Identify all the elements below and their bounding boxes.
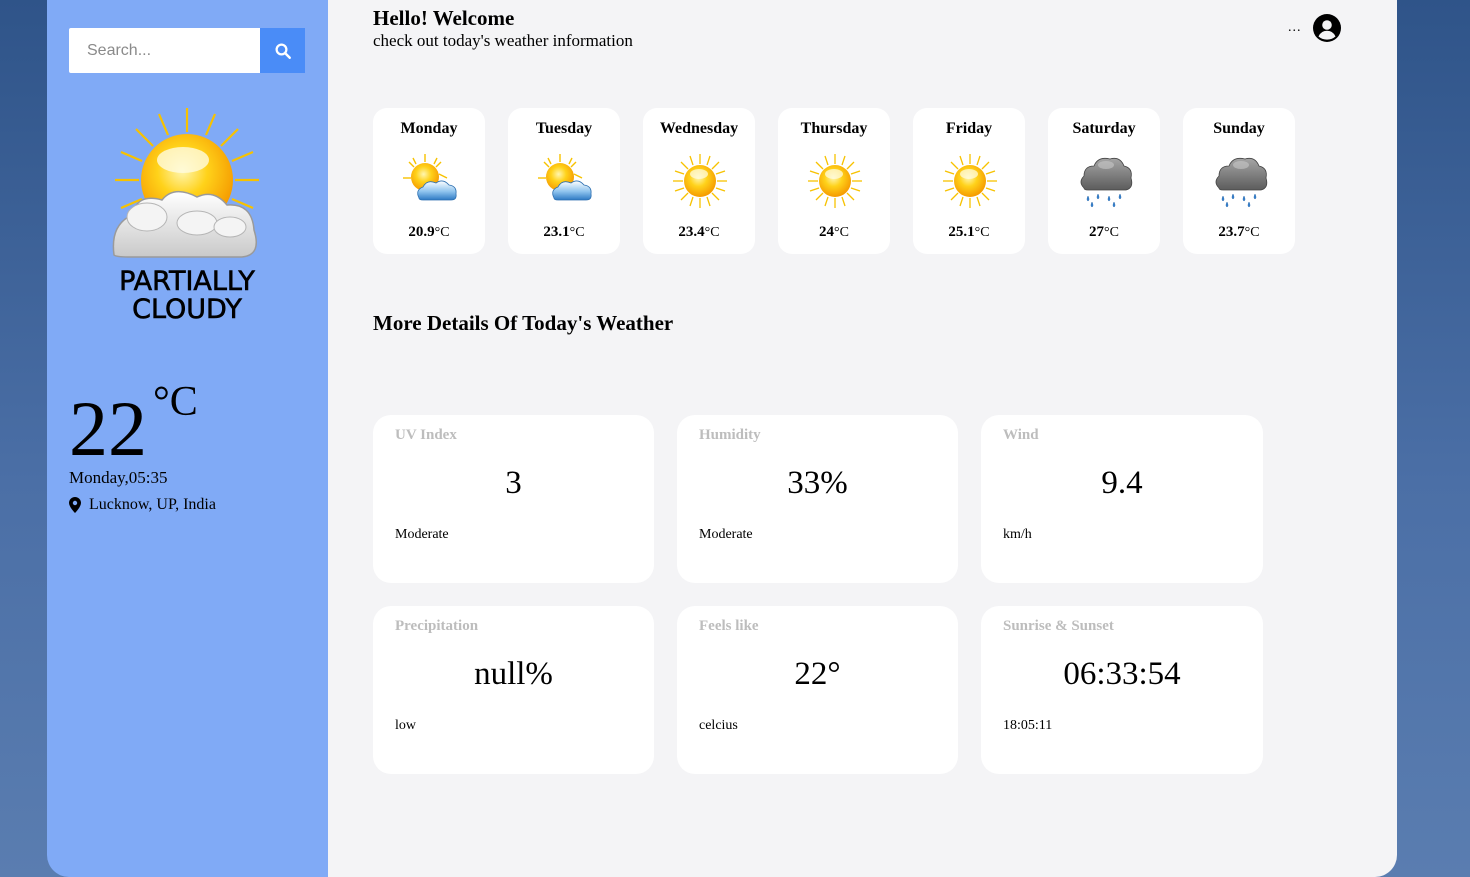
location-text: Lucknow, UP, India <box>89 496 216 513</box>
user-account-icon[interactable] <box>1313 14 1341 42</box>
card-value: 06:33:54 <box>1063 656 1181 692</box>
details-heading: More Details Of Today's Weather <box>373 311 674 335</box>
precipitation-card: Precipitation null% low <box>373 606 654 774</box>
day-temperature: 27°C <box>1089 224 1119 240</box>
partially-cloudy-icon: PARTIALLY CLOUDY <box>112 108 259 325</box>
wind-card: Wind 9.4 km/h <box>981 415 1263 583</box>
day-name: Tuesday <box>535 120 593 137</box>
day-name: Sunday <box>1213 120 1265 137</box>
greeting: Hello! Welcome <box>373 6 515 30</box>
card-subtext: Moderate <box>699 527 753 542</box>
card-subtext: low <box>395 718 416 733</box>
forecast-day-monday[interactable]: Monday 20.9°C <box>373 108 485 254</box>
feels-like-card: Feels like 22° celcius <box>677 606 958 774</box>
day-name: Thursday <box>800 120 868 137</box>
search-bar <box>69 28 305 73</box>
uv-index-card: UV Index 3 Moderate <box>373 415 654 583</box>
app-window: PARTIALLY CLOUDY 22°C Monday,05:35 Luckn… <box>47 0 1397 877</box>
search-button[interactable] <box>260 28 305 73</box>
greeting-subtitle: check out today's weather information <box>373 31 633 50</box>
svg-text:PARTIALLY: PARTIALLY <box>119 266 255 297</box>
rain-cloud-icon <box>1215 157 1268 208</box>
partly-cloudy-icon <box>403 154 457 201</box>
day-temperature: 20.9°C <box>408 224 450 240</box>
card-value: null% <box>474 656 553 692</box>
card-label: UV Index <box>395 427 457 443</box>
card-subtext: km/h <box>1003 527 1032 542</box>
card-label: Precipitation <box>395 618 479 634</box>
day-temperature: 24°C <box>819 224 849 240</box>
card-label: Sunrise & Sunset <box>1003 618 1114 634</box>
day-temperature: 25.1°C <box>948 224 990 240</box>
rain-cloud-icon <box>1080 157 1133 208</box>
sun-icon <box>943 154 997 208</box>
forecast-day-sunday[interactable]: Sunday 23.7°C <box>1183 108 1295 254</box>
forecast-day-friday[interactable]: Friday 25.1°C <box>913 108 1025 254</box>
day-temperature: 23.4°C <box>678 224 720 240</box>
current-temperature: 22 °C <box>69 379 198 472</box>
card-value: 22° <box>794 656 841 692</box>
card-label: Feels like <box>699 618 759 634</box>
card-label: Wind <box>1003 427 1039 443</box>
card-subtext: Moderate <box>395 527 449 542</box>
day-name: Friday <box>945 120 993 137</box>
more-menu-button[interactable]: ... <box>1288 20 1302 36</box>
search-input[interactable] <box>69 28 260 73</box>
day-temperature: 23.7°C <box>1218 224 1260 240</box>
humidity-card: Humidity 33% Moderate <box>677 415 958 583</box>
current-datetime: Monday,05:35 <box>69 468 168 487</box>
details-grid: UV Index 3 Moderate Humidity 33% Moderat… <box>373 415 1263 774</box>
main-content: Hello! Welcome check out today's weather… <box>328 0 1397 877</box>
partly-cloudy-icon <box>538 154 592 201</box>
weekly-forecast: Monday 20.9°C Tuesday 23.1°C Wednesday 2… <box>373 108 1295 254</box>
svg-text:CLOUDY: CLOUDY <box>132 294 242 325</box>
day-name: Saturday <box>1072 120 1136 137</box>
temperature-value: 22 <box>69 385 147 472</box>
day-temperature: 23.1°C <box>543 224 585 240</box>
day-name: Monday <box>400 120 458 137</box>
card-label: Humidity <box>699 427 761 443</box>
card-value: 33% <box>787 465 848 501</box>
card-value: 9.4 <box>1101 465 1143 501</box>
day-name: Wednesday <box>659 120 739 137</box>
sidebar: PARTIALLY CLOUDY 22°C Monday,05:35 Luckn… <box>47 0 328 877</box>
forecast-day-thursday[interactable]: Thursday 24°C <box>778 108 890 254</box>
sun-icon <box>673 154 727 208</box>
sunrise-sunset-card: Sunrise & Sunset 06:33:54 18:05:11 <box>981 606 1263 774</box>
location: Lucknow, UP, India <box>69 496 216 514</box>
search-icon <box>275 43 291 59</box>
forecast-day-saturday[interactable]: Saturday 27°C <box>1048 108 1160 254</box>
temperature-unit: °C <box>153 379 198 425</box>
card-subtext: celcius <box>699 718 738 733</box>
card-subtext: 18:05:11 <box>1003 718 1053 733</box>
sun-icon <box>808 154 862 208</box>
forecast-day-tuesday[interactable]: Tuesday 23.1°C <box>508 108 620 254</box>
forecast-day-wednesday[interactable]: Wednesday 23.4°C <box>643 108 755 254</box>
location-pin-icon <box>69 497 81 513</box>
card-value: 3 <box>505 465 522 501</box>
